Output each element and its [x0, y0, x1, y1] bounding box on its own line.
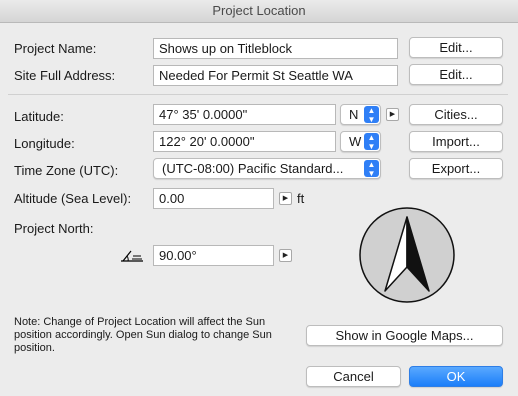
note-line-3: position. [14, 342, 55, 354]
project-name-label: Project Name: [14, 41, 97, 56]
note-line-2: position accordingly. Open Sun dialog to… [14, 329, 272, 341]
import-button[interactable]: Import... [409, 131, 503, 152]
longitude-direction-value: W [349, 134, 362, 149]
timezone-label: Time Zone (UTC): [14, 163, 119, 178]
longitude-field[interactable]: 122° 20' 0.0000" [153, 131, 336, 152]
cancel-button[interactable]: Cancel [306, 366, 401, 387]
cities-button[interactable]: Cities... [409, 104, 503, 125]
altitude-field[interactable]: 0.00 [153, 188, 274, 209]
altitude-unit: ft [297, 191, 305, 206]
latitude-arrow-button[interactable]: ▶ [386, 108, 399, 121]
timezone-select[interactable]: (UTC-08:00) Pacific Standard... ▲ ▼ [153, 158, 381, 179]
site-address-label: Site Full Address: [14, 68, 116, 83]
chevron-updown-icon: ▲ ▼ [364, 160, 379, 178]
latitude-label: Latitude: [14, 109, 64, 124]
timezone-value: (UTC-08:00) Pacific Standard... [162, 161, 344, 176]
latitude-direction-select[interactable]: N ▲ ▼ [340, 104, 381, 125]
show-in-google-maps-button[interactable]: Show in Google Maps... [306, 325, 503, 346]
north-angle-icon [121, 250, 143, 262]
project-north-arrow-button[interactable]: ▶ [279, 249, 292, 262]
project-name-edit-button[interactable]: Edit... [409, 37, 503, 58]
section-divider [8, 94, 508, 95]
altitude-label: Altitude (Sea Level): [14, 191, 132, 206]
ok-button[interactable]: OK [409, 366, 503, 387]
project-name-field[interactable]: Shows up on Titleblock [153, 38, 398, 59]
project-north-field[interactable]: 90.00° [153, 245, 274, 266]
longitude-direction-select[interactable]: W ▲ ▼ [340, 131, 381, 152]
compass-icon [359, 207, 455, 303]
site-address-edit-button[interactable]: Edit... [409, 64, 503, 85]
longitude-label: Longitude: [14, 136, 75, 151]
site-address-field[interactable]: Needed For Permit St Seattle WA [153, 65, 398, 86]
note-line-1: Note: Change of Project Location will af… [14, 316, 266, 328]
chevron-updown-icon: ▲ ▼ [364, 106, 379, 124]
project-north-label: Project North: [14, 221, 94, 236]
latitude-direction-value: N [349, 107, 359, 122]
latitude-field[interactable]: 47° 35' 0.0000" [153, 104, 336, 125]
export-button[interactable]: Export... [409, 158, 503, 179]
chevron-updown-icon: ▲ ▼ [364, 133, 379, 151]
altitude-arrow-button[interactable]: ▶ [279, 192, 292, 205]
window-title: Project Location [0, 0, 518, 23]
